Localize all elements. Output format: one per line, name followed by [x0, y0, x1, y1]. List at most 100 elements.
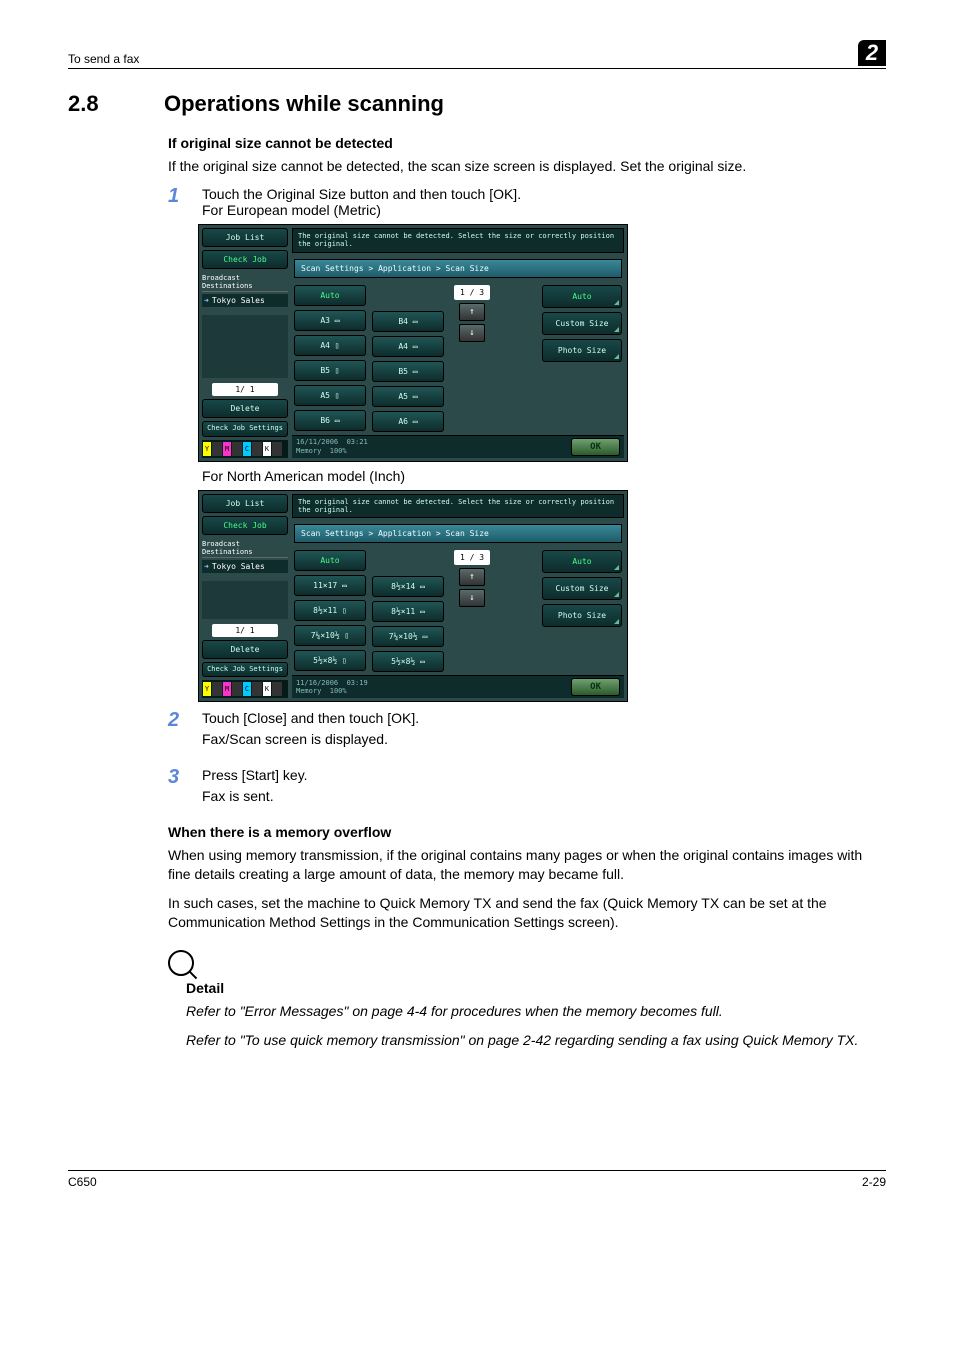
tab-photo-size[interactable]: Photo Size	[542, 339, 622, 362]
size-b6-button[interactable]: B6 ▭	[294, 410, 366, 431]
size-b5-portrait-button[interactable]: B5 ▯	[294, 360, 366, 381]
step-2-text: Touch [Close] and then touch [OK].	[202, 710, 886, 726]
scroll-down-button[interactable]: ↓	[459, 324, 485, 342]
check-job-button[interactable]: Check Job	[202, 516, 288, 535]
toner-k-icon: K	[263, 682, 271, 696]
destination-item[interactable]: ➜ Tokyo Sales	[202, 294, 288, 307]
detail-text-1: Refer to "Error Messages" on page 4-4 fo…	[186, 1002, 886, 1021]
page-header: To send a fax 2	[68, 40, 886, 69]
para-overflow-1: When using memory transmission, if the o…	[168, 846, 886, 884]
tab-custom-size[interactable]: Custom Size	[542, 312, 622, 335]
size-a4-landscape-button[interactable]: A4 ▭	[372, 336, 444, 357]
section-title: 2.8Operations while scanning	[68, 91, 886, 117]
size-8x14-button[interactable]: 8½×14 ▭	[372, 576, 444, 597]
toner-k-icon: K	[263, 442, 271, 456]
detail-text-2: Refer to "To use quick memory transmissi…	[186, 1031, 886, 1050]
destination-name: Tokyo Sales	[212, 296, 265, 305]
subheading-overflow: When there is a memory overflow	[168, 824, 886, 840]
destination-name: Tokyo Sales	[212, 562, 265, 571]
detail-block: Detail Refer to "Error Messages" on page…	[168, 950, 886, 1050]
size-a4-portrait-button[interactable]: A4 ▯	[294, 335, 366, 356]
toner-levels: Y M C K	[202, 680, 288, 698]
broadcast-destinations-label: Broadcast Destinations	[202, 538, 288, 558]
destination-arrow-icon: ➜	[204, 296, 209, 305]
destination-arrow-icon: ➜	[204, 562, 209, 571]
destination-counter: 1/ 1	[212, 383, 278, 396]
toner-levels: Y M C K	[202, 440, 288, 458]
size-auto-button[interactable]: Auto	[294, 285, 366, 306]
footer-page-number: 2-29	[862, 1175, 886, 1189]
tab-auto[interactable]: Auto	[542, 285, 622, 308]
step-1-text: Touch the Original Size button and then …	[202, 186, 886, 202]
step-3-sub: Fax is sent.	[202, 787, 886, 806]
size-11x17-button[interactable]: 11×17 ▭	[294, 575, 366, 596]
step-3-text: Press [Start] key.	[202, 767, 886, 783]
page-footer: C650 2-29	[68, 1170, 886, 1189]
toner-c-icon: C	[243, 682, 251, 696]
size-a5-landscape-button[interactable]: A5 ▭	[372, 386, 444, 407]
size-8x11-portrait-button[interactable]: 8½×11 ▯	[294, 600, 366, 621]
screen-breadcrumb: Scan Settings > Application > Scan Size	[294, 524, 622, 543]
ok-button[interactable]: OK	[571, 678, 620, 696]
screenshot-inch: Job List Check Job Broadcast Destination…	[198, 490, 628, 703]
section-number: 2.8	[68, 91, 164, 117]
toner-m-icon: M	[223, 442, 231, 456]
delete-button[interactable]: Delete	[202, 640, 288, 659]
job-list-button[interactable]: Job List	[202, 494, 288, 513]
check-job-settings-button[interactable]: Check Job Settings	[202, 421, 288, 437]
chapter-number-badge: 2	[858, 40, 886, 66]
page-indicator: 1 / 3	[454, 550, 490, 565]
size-a6-button[interactable]: A6 ▭	[372, 411, 444, 432]
step-3: 3 Press [Start] key. Fax is sent.	[168, 767, 886, 816]
step-2: 2 Touch [Close] and then touch [OK]. Fax…	[168, 710, 886, 759]
toner-y-icon: Y	[203, 682, 211, 696]
para-detect: If the original size cannot be detected,…	[168, 157, 886, 176]
size-b4-button[interactable]: B4 ▭	[372, 311, 444, 332]
scroll-up-button[interactable]: ↑	[459, 303, 485, 321]
size-auto-button[interactable]: Auto	[294, 550, 366, 571]
scroll-down-button[interactable]: ↓	[459, 589, 485, 607]
status-timestamp: 16/11/2006 03:21 Memory 100%	[296, 438, 368, 455]
broadcast-destinations-label: Broadcast Destinations	[202, 272, 288, 292]
scroll-up-button[interactable]: ↑	[459, 568, 485, 586]
status-timestamp: 11/16/2006 03:19 Memory 100%	[296, 679, 368, 696]
size-b5-landscape-button[interactable]: B5 ▭	[372, 361, 444, 382]
footer-model: C650	[68, 1175, 97, 1189]
warning-message: The original size cannot be detected. Se…	[292, 494, 624, 519]
size-a3-button[interactable]: A3 ▭	[294, 310, 366, 331]
toner-m-icon: M	[223, 682, 231, 696]
destination-item[interactable]: ➜ Tokyo Sales	[202, 560, 288, 573]
tab-custom-size[interactable]: Custom Size	[542, 577, 622, 600]
step-1: 1 Touch the Original Size button and the…	[168, 186, 886, 218]
check-job-button[interactable]: Check Job	[202, 250, 288, 269]
step-1-caption-b: For North American model (Inch)	[202, 468, 886, 484]
header-breadcrumb: To send a fax	[68, 52, 139, 66]
check-job-settings-button[interactable]: Check Job Settings	[202, 662, 288, 678]
delete-button[interactable]: Delete	[202, 399, 288, 418]
ok-button[interactable]: OK	[571, 438, 620, 456]
job-list-button[interactable]: Job List	[202, 228, 288, 247]
screen-breadcrumb: Scan Settings > Application > Scan Size	[294, 259, 622, 278]
step-2-number: 2	[168, 710, 202, 759]
size-8x11-landscape-button[interactable]: 8½×11 ▭	[372, 601, 444, 622]
step-3-number: 3	[168, 767, 202, 816]
step-1-caption-a: For European model (Metric)	[202, 202, 886, 218]
tab-auto[interactable]: Auto	[542, 550, 622, 573]
magnifier-icon	[168, 950, 194, 976]
warning-message: The original size cannot be detected. Se…	[292, 228, 624, 253]
destination-counter: 1/ 1	[212, 624, 278, 637]
size-5x8-landscape-button[interactable]: 5½×8½ ▭	[372, 651, 444, 672]
step-1-number: 1	[168, 186, 202, 218]
page-indicator: 1 / 3	[454, 285, 490, 300]
toner-y-icon: Y	[203, 442, 211, 456]
size-7x10-portrait-button[interactable]: 7¼×10½ ▯	[294, 625, 366, 646]
step-2-sub: Fax/Scan screen is displayed.	[202, 730, 886, 749]
tab-photo-size[interactable]: Photo Size	[542, 604, 622, 627]
para-overflow-2: In such cases, set the machine to Quick …	[168, 894, 886, 932]
screenshot-metric: Job List Check Job Broadcast Destination…	[198, 224, 628, 462]
toner-c-icon: C	[243, 442, 251, 456]
size-7x10-landscape-button[interactable]: 7¼×10½ ▭	[372, 626, 444, 647]
size-a5-portrait-button[interactable]: A5 ▯	[294, 385, 366, 406]
size-5x8-portrait-button[interactable]: 5½×8½ ▯	[294, 650, 366, 671]
detail-label: Detail	[186, 980, 886, 996]
